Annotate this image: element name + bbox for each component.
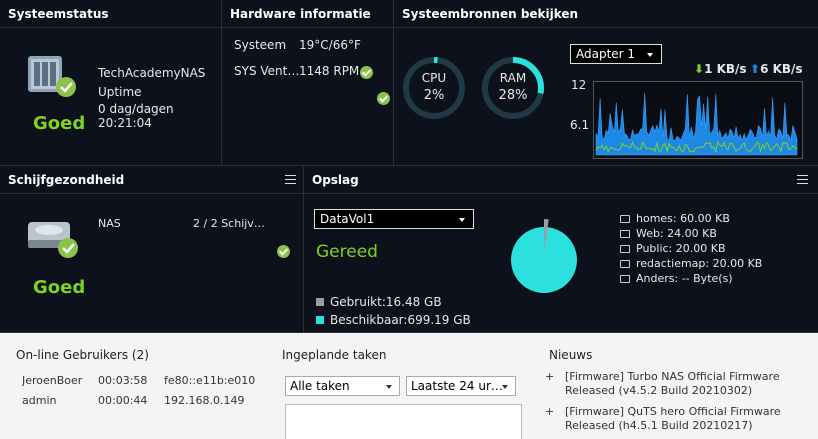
online-users-title: On-line Gebruikers (2) <box>16 348 149 362</box>
scheduled-tasks-title: Ingeplande taken <box>282 348 387 362</box>
news-item-line: Released (h4.5.1 Build 20210217) <box>565 419 753 432</box>
bullet-icon: + <box>545 370 555 383</box>
storage-menu-icon[interactable] <box>797 175 808 184</box>
free-swatch <box>316 316 324 324</box>
folder-icon <box>620 260 630 268</box>
user-time: 00:00:44 <box>98 394 148 407</box>
share-item: Web: 24.00 KB <box>620 226 762 241</box>
chevron-down-icon <box>459 218 465 222</box>
adapter-select-value: Adapter 1 <box>576 47 636 61</box>
download-arrow-icon: ⬇ <box>694 62 705 76</box>
volume-select[interactable]: DataVol1 <box>314 209 474 229</box>
resources-panel: Systeembronnen bekijken CPU 2% RAM 28% A… <box>394 0 818 166</box>
system-status-panel: Systeemstatus TechAcademyNAS Uptime 0 da… <box>0 0 222 166</box>
upload-arrow-icon: ⬆ <box>750 62 761 76</box>
user-time: 00:03:58 <box>98 374 148 387</box>
bottom-widgets: On-line Gebruikers (2) JeroenBoer 00:03:… <box>0 333 818 439</box>
ok-check-icon <box>376 92 390 105</box>
folder-icon <box>620 215 630 223</box>
hw-row-label: Systeem <box>234 38 287 52</box>
y-axis-mid: 6.1 <box>570 118 590 132</box>
news-item-line: [Firmware] Turbo NAS Official Firmware <box>565 370 780 383</box>
share-item: Public: 20.00 KB <box>620 241 762 256</box>
network-traffic-chart <box>593 81 803 159</box>
disk-health-panel: Schijfgezondheid NAS 2 / 2 Schijv… Goed <box>0 166 304 333</box>
news-item[interactable]: + [Firmware] QuTS hero Official Firmware… <box>545 405 781 433</box>
user-row: JeroenBoer 00:03:58 fe80::e11b:e010:78 <box>22 374 256 388</box>
chevron-down-icon <box>386 385 392 389</box>
cpu-label: CPU <box>421 71 447 85</box>
bullet-icon: + <box>545 405 555 418</box>
news-title: Nieuws <box>549 348 593 362</box>
storage-panel: Opslag DataVol1 Gereed Gebruikt:16.48 GB… <box>304 166 818 333</box>
task-range-value: Laatste 24 ur… <box>411 379 503 393</box>
news-item[interactable]: + [Firmware] Turbo NAS Official Firmware… <box>545 370 780 398</box>
share-list: homes: 60.00 KB Web: 24.00 KB Public: 20… <box>620 211 762 286</box>
adapter-select[interactable]: Adapter 1 <box>570 44 662 64</box>
task-filter-value: Alle taken <box>290 379 350 393</box>
folder-icon <box>620 245 630 253</box>
system-status-title: Systeemstatus <box>0 0 221 28</box>
storage-status: Gereed <box>316 242 378 262</box>
hw-row-value: 19°C/66°F <box>299 38 361 52</box>
ram-value: 28% <box>498 88 528 103</box>
nas-name: TechAcademyNAS <box>98 66 206 80</box>
volume-select-value: DataVol1 <box>320 212 375 226</box>
y-axis-top: 12 <box>571 78 587 92</box>
uptime-label: Uptime <box>98 85 142 99</box>
user-row: admin 00:00:44 192.168.0.149 <box>22 394 256 408</box>
system-status-text: Goed <box>33 113 86 134</box>
share-item: redactiemap: 20.00 KB <box>620 256 762 271</box>
news-item-line: Released (v4.5.2 Build 20210302) <box>565 384 753 397</box>
folder-icon <box>620 275 630 283</box>
disk-count: 2 / 2 Schijv… <box>193 217 265 230</box>
share-item: Anders: -- Byte(s) <box>620 271 762 286</box>
disk-status-text: Goed <box>33 277 86 298</box>
storage-pie-chart <box>511 219 577 293</box>
task-filter-select[interactable]: Alle taken <box>285 376 400 396</box>
news-item-line: [Firmware] QuTS hero Official Firmware <box>565 405 781 418</box>
share-item: homes: 60.00 KB <box>620 211 762 226</box>
chevron-down-icon <box>502 385 508 389</box>
hardware-panel: Hardware informatie Systeem 19°C/66°F SY… <box>222 0 394 166</box>
user-ip: 192.168.0.149 <box>164 394 245 407</box>
user-ip: fe80::e11b:e010:78 <box>164 374 256 387</box>
storage-title: Opslag <box>304 166 818 194</box>
user-name: JeroenBoer <box>22 374 83 387</box>
task-range-select[interactable]: Laatste 24 ur… <box>406 376 516 396</box>
chevron-down-icon <box>647 53 653 57</box>
folder-icon <box>620 230 630 238</box>
disk-name: NAS <box>98 217 121 230</box>
free-legend: Beschikbaar:699.19 GB <box>316 313 471 327</box>
used-legend: Gebruikt:16.48 GB <box>316 295 442 309</box>
cpu-value: 2% <box>423 88 445 103</box>
nas-device-icon <box>28 56 76 97</box>
upload-rate: ⬆6 KB/s <box>750 62 803 76</box>
resources-title: Systeembronnen bekijken <box>394 0 818 28</box>
hardware-title: Hardware informatie <box>222 0 393 28</box>
hw-row-label: SYS Vent… <box>234 64 300 78</box>
ram-label: RAM <box>499 71 527 85</box>
disk-menu-icon[interactable] <box>285 175 296 184</box>
download-rate: ⬇1 KB/s <box>694 62 747 76</box>
user-name: admin <box>22 394 57 407</box>
disk-health-title: Schijfgezondheid <box>0 166 303 194</box>
ok-check-icon <box>360 66 373 79</box>
hw-row-value: 1148 RPM <box>299 64 360 78</box>
task-list-box <box>285 404 522 439</box>
hard-drive-icon <box>28 222 78 258</box>
uptime-value: 0 dag/dagen 20:21:04 <box>98 102 174 130</box>
ok-check-icon <box>277 245 290 258</box>
used-swatch <box>316 298 324 306</box>
